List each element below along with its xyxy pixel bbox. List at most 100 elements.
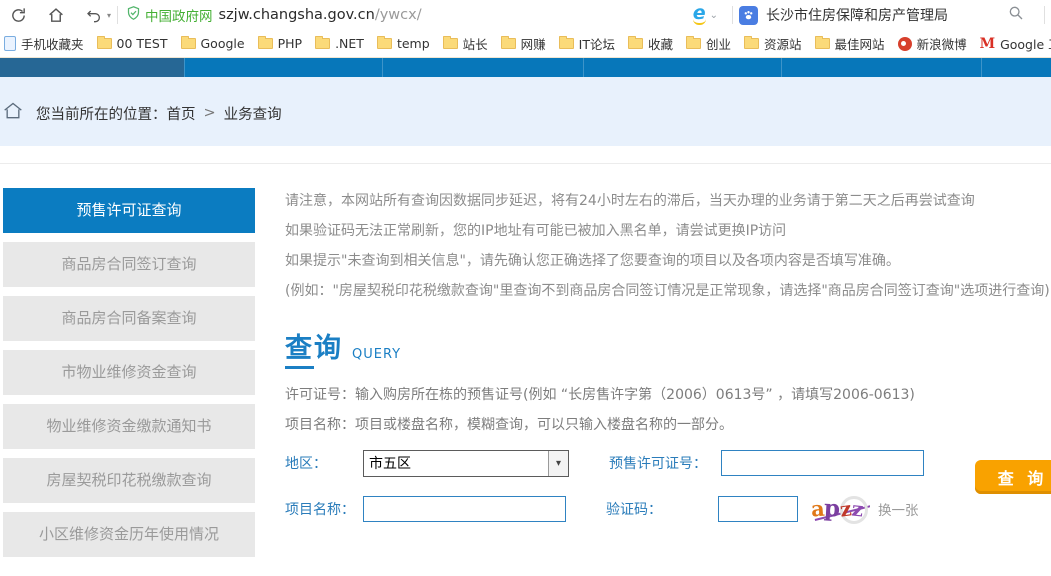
folder-icon (628, 38, 643, 49)
bookmark-item[interactable]: temp (377, 36, 430, 51)
folder-icon (377, 38, 392, 49)
sidebar-item-contract-filing-query[interactable]: 商品房合同备案查询 (3, 296, 255, 341)
bookmarks-bar: 手机收藏夹 00 TEST Google PHP .NET temp 站长 网赚… (0, 30, 1051, 58)
notice-line: 如果提示"未查询到相关信息"，请先确认您正确选择了您要查询的项目以及各项内容是否… (285, 246, 1051, 276)
bookmark-item[interactable]: 资源站 (744, 34, 802, 53)
address-bar[interactable]: szjw.changsha.gov.cn/ywcx/ (219, 7, 422, 23)
breadcrumb-separator: > (204, 105, 216, 121)
main-content: 请注意，本网站所有查询因数据同步延迟，将有24小时左右的滞后，当天办理的业务请于… (285, 186, 1051, 524)
captcha-refresh-link[interactable]: 换一张 (878, 499, 919, 519)
sidebar-item-fund-payment-notice[interactable]: 物业维修资金缴款通知书 (3, 404, 255, 449)
section-heading: 查询 QUERY (285, 334, 1051, 364)
home-icon[interactable] (37, 7, 75, 24)
sidebar-item-maintenance-fund-query[interactable]: 市物业维修资金查询 (3, 350, 255, 395)
nav-segment[interactable] (781, 58, 981, 77)
reload-icon[interactable] (0, 7, 37, 24)
region-select-value: 市五区 (364, 453, 548, 473)
toolbar-separator (117, 6, 118, 24)
bookmark-item[interactable]: MGoogle 工 (980, 34, 1051, 53)
bookmark-label: temp (397, 36, 430, 51)
bookmark-item[interactable]: 创业 (686, 34, 731, 53)
folder-icon (443, 38, 458, 49)
url-path: /ywcx/ (375, 7, 422, 23)
bookmark-item[interactable]: IT论坛 (559, 34, 615, 53)
permit-number-label: 预售许可证号： (609, 453, 721, 473)
notice-line: 如果验证码无法正常刷新，您的IP地址有可能已被加入黑名单，请尝试更换IP访问 (285, 216, 1051, 246)
url-host: szjw.changsha.gov.cn (219, 7, 375, 23)
site-verify-badge[interactable]: 中国政府网 (126, 5, 213, 25)
folder-icon (97, 38, 112, 49)
breadcrumb-current: 业务查询 (224, 103, 282, 124)
site-nav-bar (0, 58, 1051, 77)
form-row-2: 项目名称： 验证码： a p z z 换一张 (285, 494, 1051, 524)
nav-segment[interactable] (382, 58, 583, 77)
sidebar-item-presale-permit-query[interactable]: 预售许可证查询 (3, 188, 255, 233)
captcha-label: 验证码： (606, 499, 718, 519)
captcha-char: z (851, 496, 865, 521)
nav-segment[interactable] (981, 58, 1051, 77)
mobile-icon (4, 36, 16, 51)
bookmark-label: 00 TEST (117, 36, 168, 51)
form-row-1: 地区： 市五区 ▾ 预售许可证号： (285, 450, 1051, 477)
bookmark-label: 手机收藏夹 (21, 34, 84, 53)
hint-line: 项目名称：项目或楼盘名称，模糊查询，可以只输入楼盘名称的一部分。 (285, 410, 1051, 440)
undo-dropdown-caret[interactable]: ▾ (107, 11, 111, 20)
captcha-input[interactable] (718, 496, 798, 522)
query-submit-button[interactable]: 查 询 (975, 460, 1051, 494)
weibo-icon (898, 37, 912, 51)
bookmark-item[interactable]: 新浪微博 (898, 34, 967, 53)
bookmark-item[interactable]: 最佳网站 (815, 34, 885, 53)
sidebar-item-deed-tax-query[interactable]: 房屋契税印花税缴款查询 (3, 458, 255, 503)
folder-icon (258, 38, 273, 49)
home-outline-icon (2, 101, 24, 125)
bookmark-item[interactable]: 网赚 (501, 34, 546, 53)
bookmark-label: 资源站 (764, 34, 802, 53)
nav-segment[interactable] (0, 58, 184, 77)
region-select[interactable]: 市五区 ▾ (363, 450, 569, 477)
notice-line: (例如："房屋契税印花税缴款查询"里查询不到商品房合同签订情况是正常现象，请选择… (285, 276, 1051, 306)
bookmark-label: 最佳网站 (835, 34, 885, 53)
breadcrumb-prefix: 您当前所在的位置： (36, 103, 167, 124)
bookmark-item[interactable]: .NET (315, 36, 364, 51)
bookmark-item[interactable]: 00 TEST (97, 36, 168, 51)
folder-icon (815, 38, 830, 49)
notice-line: 请注意，本网站所有查询因数据同步延迟，将有24小时左右的滞后，当天办理的业务请于… (285, 186, 1051, 216)
toolbar-separator (732, 6, 733, 24)
bookmark-item[interactable]: 站长 (443, 34, 488, 53)
sidebar-menu: 预售许可证查询 商品房合同签订查询 商品房合同备案查询 市物业维修资金查询 物业… (3, 188, 255, 566)
field-hints: 许可证号：输入购房所在栋的预售证号(例如 “长房售许字第（2006）0613号”… (285, 380, 1051, 440)
nav-segment[interactable] (184, 58, 382, 77)
folder-icon (315, 38, 330, 49)
page: ▾ 中国政府网 szjw.changsha.gov.cn/ywcx/ e ⌄ 长… (0, 0, 1051, 576)
chevron-down-icon: ▾ (548, 451, 568, 476)
bookmark-item[interactable]: 收藏 (628, 34, 673, 53)
ie-mode-chevron-icon[interactable]: ⌄ (710, 10, 718, 21)
bookmark-item[interactable]: 手机收藏夹 (4, 34, 84, 53)
bookmark-label: Google 工 (1000, 34, 1051, 53)
project-name-input[interactable] (363, 496, 566, 522)
captcha-image[interactable]: a p z z (806, 494, 870, 524)
gmail-icon: M (980, 36, 996, 52)
bookmark-item[interactable]: PHP (258, 36, 302, 51)
bookmark-label: IT论坛 (579, 34, 615, 53)
ie-mode-icon[interactable]: e (693, 5, 706, 24)
sidebar-item-fund-usage-history[interactable]: 小区维修资金历年使用情况 (3, 512, 255, 557)
permit-number-input[interactable] (721, 450, 924, 476)
project-name-label: 项目名称： (285, 499, 363, 519)
bookmark-item[interactable]: Google (181, 36, 245, 51)
search-icon[interactable] (1008, 5, 1024, 25)
breadcrumb: 您当前所在的位置： 首页 > 业务查询 (2, 101, 282, 125)
bookmark-label: PHP (278, 36, 302, 51)
nav-segment[interactable] (583, 58, 781, 77)
hint-line: 许可证号：输入购房所在栋的预售证号(例如 “长房售许字第（2006）0613号”… (285, 380, 1051, 410)
folder-icon (559, 38, 574, 49)
folder-icon (181, 38, 196, 49)
breadcrumb-home-link[interactable]: 首页 (167, 103, 196, 124)
bookmark-label: .NET (335, 36, 364, 51)
bookmark-label: 新浪微博 (917, 34, 967, 53)
tab-title: 长沙市住房保障和房产管理局 (766, 5, 948, 25)
folder-icon (744, 38, 759, 49)
toolbar-separator (1044, 6, 1045, 24)
page-title: 查询 (285, 334, 343, 364)
sidebar-item-contract-signing-query[interactable]: 商品房合同签订查询 (3, 242, 255, 287)
